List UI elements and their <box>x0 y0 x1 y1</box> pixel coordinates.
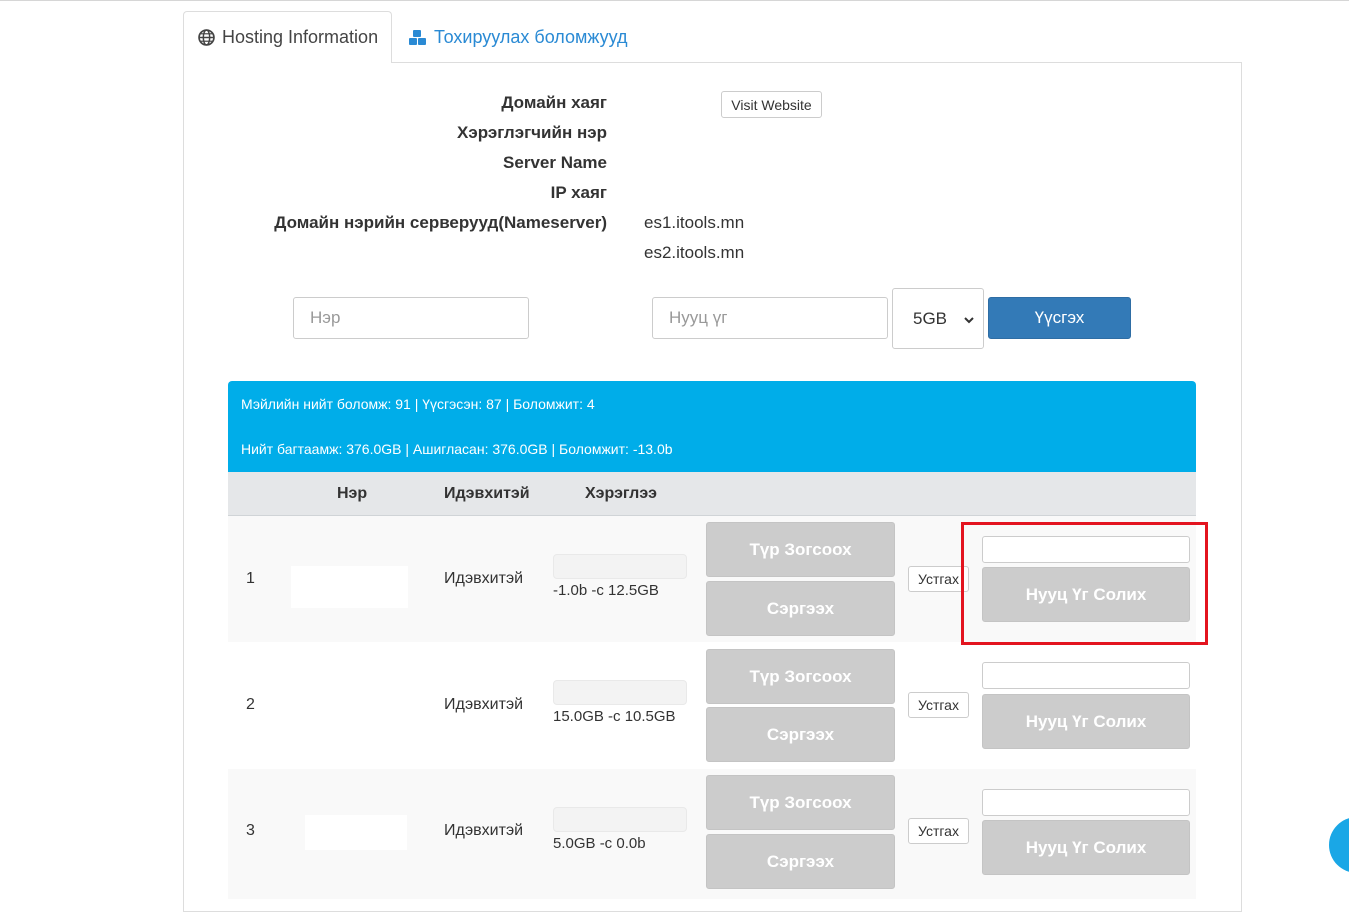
tab-hosting-information[interactable]: Hosting Information <box>183 11 392 63</box>
email-name-input[interactable] <box>293 297 529 339</box>
mail-quota-text: Мэйлийн нийт боломж: 91 | Үүсгэсэн: 87 |… <box>241 395 595 412</box>
usage-progress-bar <box>553 680 687 705</box>
new-password-input[interactable] <box>982 789 1190 816</box>
ip-label: IP хаяг <box>550 183 607 202</box>
highlight-box <box>961 522 1208 645</box>
nameserver-1: es1.itools.mn <box>644 213 745 232</box>
username-label: Хэрэглэгчийн нэр <box>456 123 607 142</box>
mail-quota-banner: Мэйлийн нийт боломж: 91 | Үүсгэсэн: 87 |… <box>228 381 1196 426</box>
suspend-button[interactable]: Түр Зогсоох <box>706 649 895 704</box>
row-status: Идэвхитэй <box>444 822 524 839</box>
change-password-button[interactable]: Нууц Үг Солих <box>982 820 1190 875</box>
quota-select-value: 5GB <box>913 308 948 328</box>
change-password-button[interactable]: Нууц Үг Солих <box>982 694 1190 749</box>
quota-select[interactable]: 5GB <box>892 288 984 349</box>
create-button[interactable]: Үүсгэх <box>988 297 1131 339</box>
nameserver-label: Домайн нэрийн серверууд(Nameserver) <box>274 213 607 232</box>
domain-label: Домайн хаяг <box>501 93 607 112</box>
nameserver-2: es2.itools.mn <box>644 243 745 262</box>
suspend-button[interactable]: Түр Зогсоох <box>706 522 895 577</box>
row-usage: 15.0GB -с 10.5GB <box>553 708 676 725</box>
delete-button[interactable]: Устгах <box>908 818 969 844</box>
server-name-label: Server Name <box>503 153 607 172</box>
row-index: 3 <box>246 822 255 839</box>
storage-quota-text: Нийт багтаамж: 376.0GB | Ашигласан: 376.… <box>241 441 673 457</box>
tab-label: Hosting Information <box>222 27 379 47</box>
storage-quota-banner: Нийт багтаамж: 376.0GB | Ашигласан: 376.… <box>228 426 1196 472</box>
table-row: 2 Идэвхитэй 15.0GB -с 10.5GB Түр Зогсоох… <box>228 642 1196 769</box>
password-input[interactable] <box>652 297 888 339</box>
table-header: Нэр Идэвхитэй Хэрэглээ <box>228 472 1196 516</box>
usage-progress-bar <box>553 807 687 832</box>
table-row: 3 Идэвхитэй 5.0GB -с 0.0b Түр Зогсоох Сэ… <box>228 769 1196 899</box>
row-index: 1 <box>246 570 255 587</box>
chevron-down-icon <box>963 311 975 331</box>
top-divider <box>0 0 1349 1</box>
row-index: 2 <box>246 696 255 713</box>
restore-button[interactable]: Сэргээх <box>706 581 895 636</box>
restore-button[interactable]: Сэргээх <box>706 707 895 762</box>
account-name-cell <box>305 815 407 850</box>
header-status: Идэвхитэй <box>444 485 530 502</box>
suspend-button[interactable]: Түр Зогсоох <box>706 775 895 830</box>
row-usage: 5.0GB -с 0.0b <box>553 835 646 852</box>
row-usage: -1.0b -с 12.5GB <box>553 582 659 599</box>
tab-label: Тохируулах боломжууд <box>434 26 628 47</box>
header-usage: Хэрэглээ <box>585 485 658 502</box>
new-password-input[interactable] <box>982 662 1190 689</box>
row-status: Идэвхитэй <box>444 570 524 587</box>
globe-icon <box>198 29 215 46</box>
cubes-icon <box>408 29 427 46</box>
chat-widget-button[interactable] <box>1329 817 1349 873</box>
delete-button[interactable]: Устгах <box>908 692 969 718</box>
restore-button[interactable]: Сэргээх <box>706 834 895 889</box>
account-name-cell <box>291 566 408 608</box>
usage-progress-bar <box>553 554 687 579</box>
row-status: Идэвхитэй <box>444 696 524 713</box>
header-name: Нэр <box>337 485 368 502</box>
tab-settings-options[interactable]: Тохируулах боломжууд <box>408 11 628 63</box>
delete-button[interactable]: Устгах <box>908 566 969 592</box>
visit-website-button[interactable]: Visit Website <box>721 91 822 118</box>
